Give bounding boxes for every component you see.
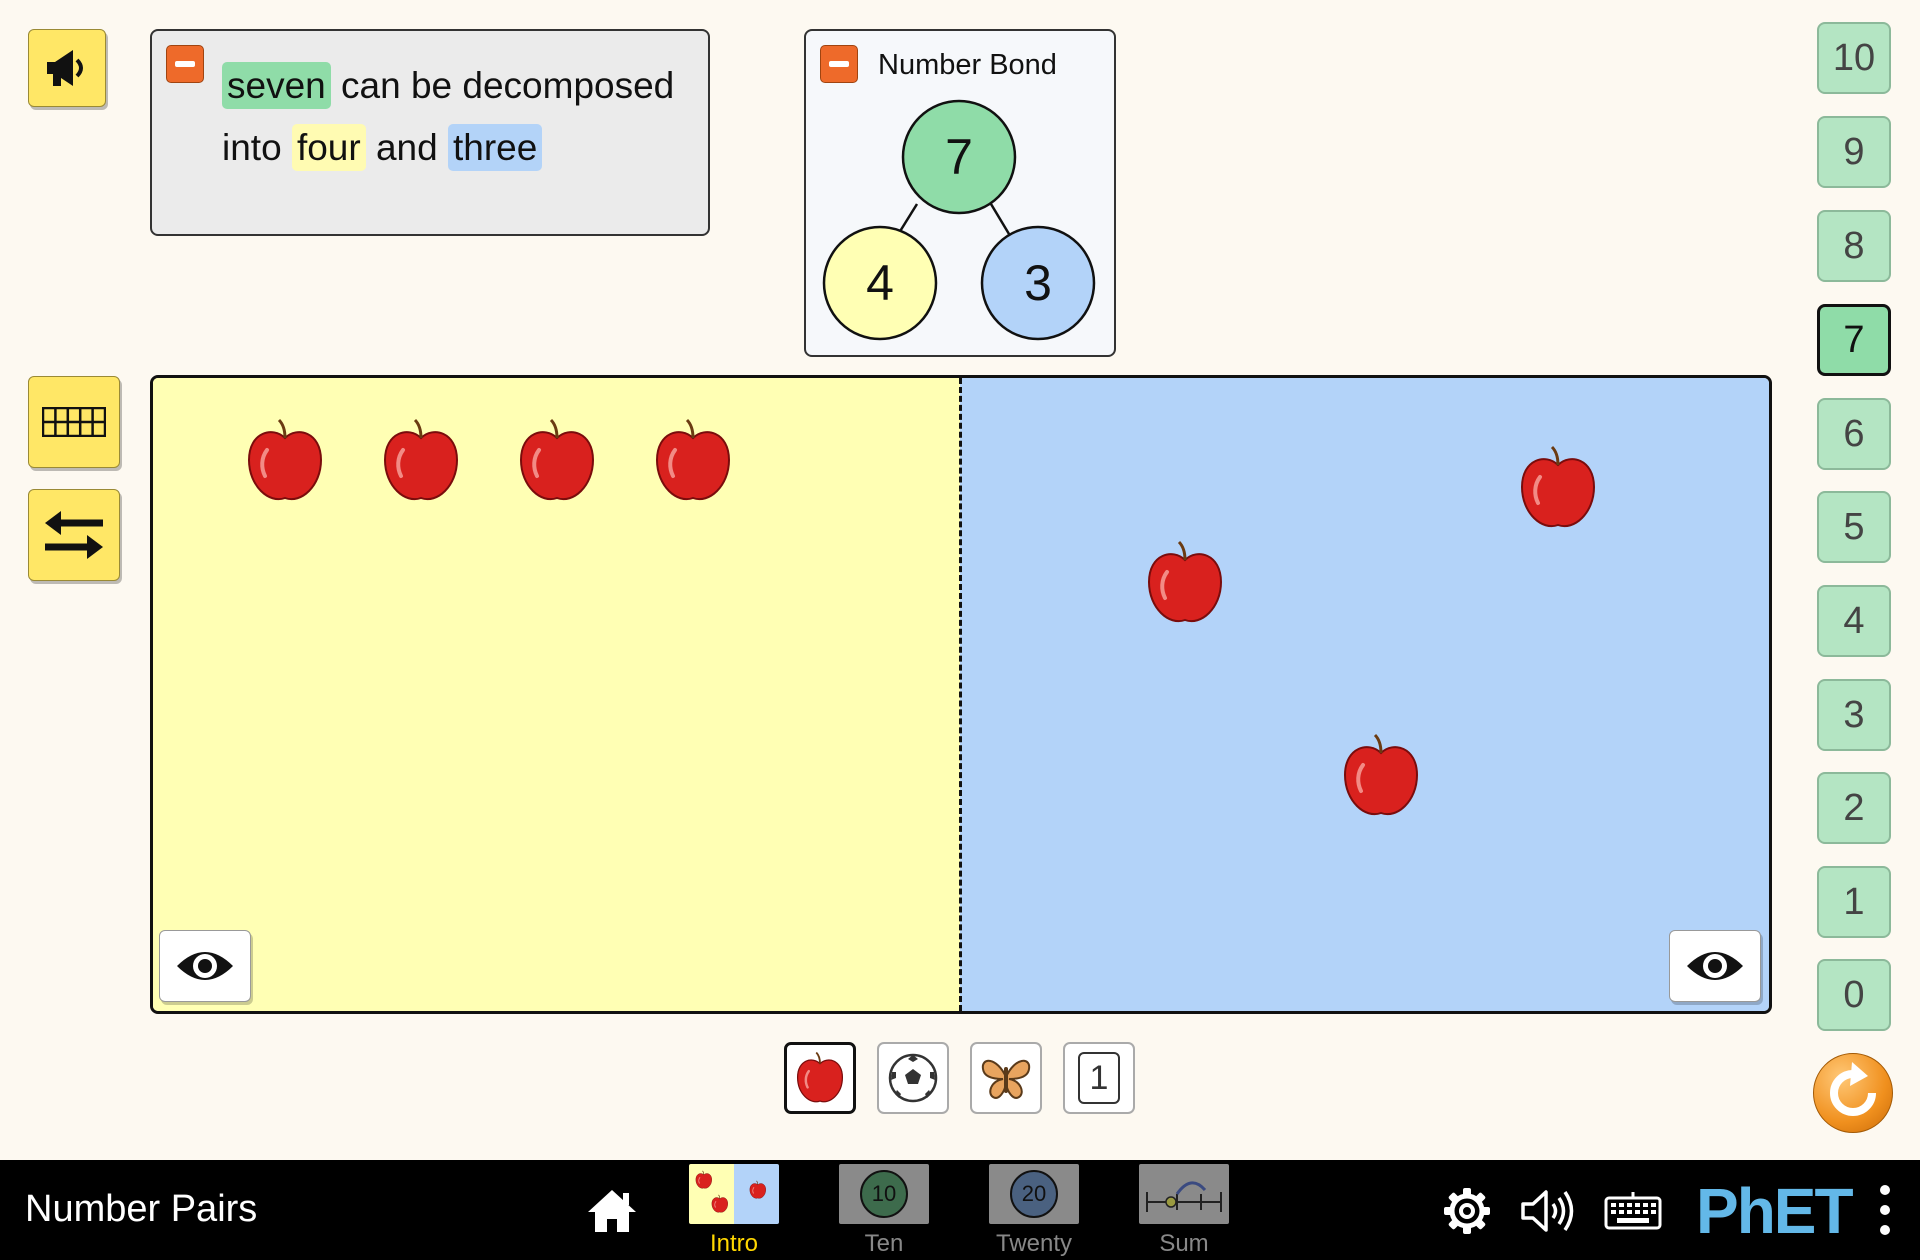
right-addend-zone — [960, 378, 1769, 1011]
commute-button[interactable] — [28, 489, 120, 581]
sentence-total-word: seven — [222, 62, 331, 109]
number-button-9[interactable]: 9 — [1817, 116, 1891, 188]
screen-tab-sum[interactable]: Sum — [1124, 1160, 1244, 1260]
screen-tab-ten[interactable]: 10 Ten — [824, 1160, 944, 1260]
butterfly-representation-button[interactable] — [970, 1042, 1042, 1114]
megaphone-icon — [47, 50, 83, 86]
apple-object[interactable] — [381, 416, 461, 506]
number-card-value: 1 — [1089, 1058, 1109, 1097]
number-button-6[interactable]: 6 — [1817, 398, 1891, 470]
bond-total-value: 7 — [945, 129, 973, 185]
twenty-screen-icon-value: 20 — [1021, 1181, 1047, 1206]
number-button-5[interactable]: 5 — [1817, 491, 1891, 563]
eye-icon — [177, 952, 233, 980]
ten-screen-icon: 10 — [839, 1164, 929, 1224]
speaker-icon — [1521, 1190, 1574, 1232]
collapse-sentence-button[interactable] — [166, 45, 204, 83]
apple-representation-button[interactable] — [784, 1042, 856, 1114]
ten-frame-icon — [42, 407, 106, 437]
keyboard-help-button[interactable] — [1604, 1190, 1662, 1232]
number-line-screen-icon — [1139, 1164, 1229, 1224]
number-button-7[interactable]: 7 — [1817, 304, 1891, 376]
swap-arrows-icon — [45, 511, 103, 559]
number-bond-panel: Number Bond 7 4 3 — [804, 29, 1116, 357]
sentence-text: and — [375, 127, 438, 168]
screen-tab-label: Sum — [1159, 1230, 1209, 1257]
phet-logo-text: PhET — [1696, 1175, 1854, 1247]
soccer-ball-representation-button[interactable] — [877, 1042, 949, 1114]
vertical-dots-icon — [1880, 1185, 1890, 1235]
speak-button[interactable] — [28, 29, 106, 107]
right-visibility-toggle[interactable] — [1669, 930, 1761, 1002]
number-button-4[interactable]: 4 — [1817, 585, 1891, 657]
intro-screen-icon — [689, 1164, 779, 1224]
ten-screen-icon-value: 10 — [871, 1181, 897, 1206]
soccer-ball-icon — [888, 1053, 938, 1103]
organize-ten-frame-button[interactable] — [28, 376, 120, 468]
number-button-8[interactable]: 8 — [1817, 210, 1891, 282]
screen-tab-label: Ten — [864, 1230, 904, 1257]
butterfly-icon — [981, 1059, 1031, 1099]
eye-icon — [1687, 952, 1743, 980]
screen-tab-label: Intro — [709, 1230, 759, 1257]
sentence-left-word: four — [291, 124, 366, 171]
counting-area — [150, 375, 1772, 1014]
decomposition-sentence-panel: seven can be decomposed into four and th… — [150, 29, 710, 236]
apple-object[interactable] — [1341, 731, 1421, 821]
apple-object[interactable] — [1518, 443, 1598, 533]
number-button-1[interactable]: 1 — [1817, 866, 1891, 938]
number-card-icon: 1 — [1078, 1052, 1120, 1104]
apple-object[interactable] — [517, 416, 597, 506]
number-button-3[interactable]: 3 — [1817, 679, 1891, 751]
apple-object[interactable] — [245, 416, 325, 506]
number-button-2[interactable]: 2 — [1817, 772, 1891, 844]
reset-all-button[interactable] — [1813, 1053, 1893, 1133]
left-visibility-toggle[interactable] — [159, 930, 251, 1002]
screen-tab-intro[interactable]: Intro — [674, 1160, 794, 1260]
apple-object[interactable] — [1145, 538, 1225, 628]
sentence-right-word: three — [448, 124, 543, 171]
apple-object[interactable] — [653, 416, 733, 506]
gear-icon — [1444, 1188, 1490, 1234]
bond-left-value: 4 — [866, 255, 894, 311]
bond-right-value: 3 — [1024, 255, 1052, 311]
twenty-screen-icon: 20 — [989, 1164, 1079, 1224]
apple-icon — [795, 1050, 845, 1106]
preferences-button[interactable] — [1442, 1186, 1492, 1236]
number-button-0[interactable]: 0 — [1817, 959, 1891, 1031]
home-button[interactable] — [586, 1188, 638, 1234]
home-icon — [588, 1190, 636, 1232]
audio-toggle-button[interactable] — [1520, 1188, 1576, 1234]
screen-tab-label: Twenty — [995, 1230, 1073, 1257]
phet-logo[interactable]: PhET — [1696, 1176, 1856, 1246]
screen-tab-twenty[interactable]: 20 Twenty — [974, 1160, 1094, 1260]
navigation-bar: Number Pairs Intro 10 Ten 20 Twenty Sum … — [0, 1160, 1920, 1260]
sim-title: Number Pairs — [25, 1188, 258, 1230]
number-card-representation-button[interactable]: 1 — [1063, 1042, 1135, 1114]
number-bond-diagram: 7 4 3 — [822, 99, 1096, 341]
reset-icon — [1830, 1062, 1876, 1116]
number-button-10[interactable]: 10 — [1817, 22, 1891, 94]
sentence-text: into — [222, 127, 282, 168]
sentence-text: can be decomposed — [341, 65, 675, 106]
keyboard-icon — [1604, 1192, 1662, 1230]
sentence-line-1: seven can be decomposed — [222, 62, 675, 109]
sentence-line-2: into four and three — [222, 124, 543, 171]
more-options-button[interactable] — [1876, 1182, 1894, 1238]
zone-divider — [959, 378, 962, 1011]
